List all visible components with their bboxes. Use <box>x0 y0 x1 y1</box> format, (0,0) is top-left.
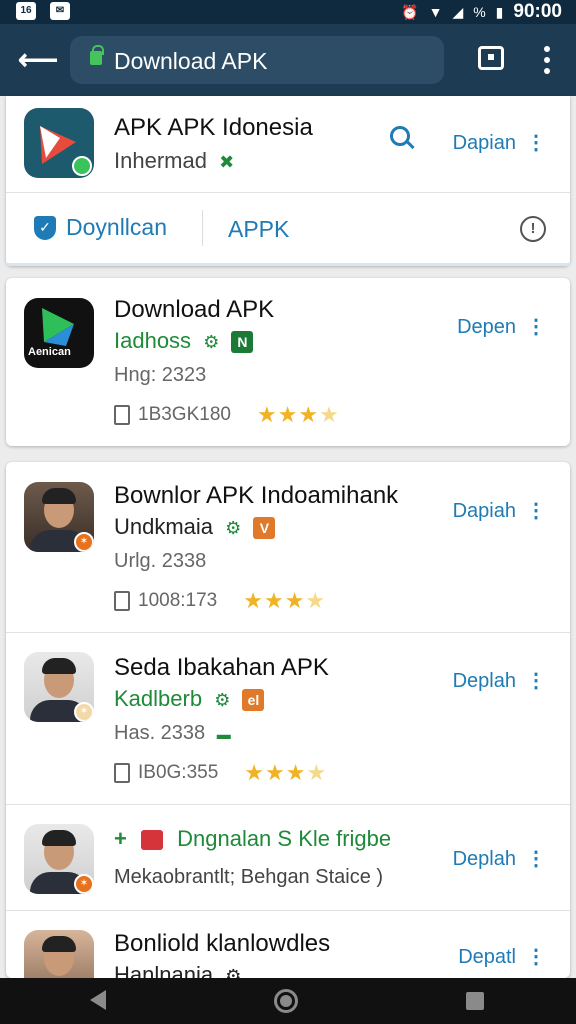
header-card: APK APK Idonesia Inhermad ✖ Dapian ⋮ ✓ Do… <box>6 96 570 266</box>
tab-separator <box>202 210 203 246</box>
wifi-icon: ▼ <box>428 4 443 20</box>
app-developer: Inhermad <box>114 148 207 173</box>
plus-icon: + <box>114 826 127 851</box>
back-arrow-icon[interactable]: ⟵ <box>18 44 58 76</box>
app-title: Bonliold klanlowdles <box>114 930 331 957</box>
size-row: 1B3GK180 ★★★★ <box>114 402 340 428</box>
featured-app-card[interactable]: Aenican Download APK Iadhoss ⚙ N Hng: 23… <box>6 278 570 446</box>
rating-tag: V <box>253 517 276 540</box>
app-action-button[interactable]: Depen ⋮ <box>457 314 546 339</box>
header-action-button[interactable]: Dapian ⋮ <box>453 130 546 155</box>
header-action-label: Dapian <box>452 132 516 154</box>
divider <box>6 804 570 805</box>
app-action-button[interactable]: Depatl ⋮ <box>458 944 546 969</box>
message-icon: ✉ <box>50 2 70 20</box>
system-nav-bar <box>0 978 576 1024</box>
size-row: IB0G:355 ★★★★ <box>114 760 327 786</box>
developer-badge-icon: ⚙ <box>214 689 231 710</box>
divider <box>6 910 570 911</box>
app-meta: Hng: 2323 <box>114 364 207 386</box>
tabs-icon[interactable] <box>478 46 504 70</box>
tab-apk[interactable]: APPK <box>228 216 289 243</box>
more-menu-icon[interactable] <box>538 46 556 74</box>
more-vert-icon: ⋮ <box>526 848 546 870</box>
divider <box>6 192 570 193</box>
app-icon: Aenican <box>24 298 94 368</box>
developer-badge-icon: ⚙ <box>203 331 220 352</box>
app-size: IB0G:355 <box>138 762 219 783</box>
app-action-label: Dapiah <box>452 500 516 522</box>
developer-badge-icon: ⚙ <box>225 517 242 538</box>
file-icon <box>114 405 130 425</box>
rating-stars-icon: ★★★★ <box>243 588 327 613</box>
battery-icon: ▮ <box>495 3 504 20</box>
url-text: Download APK <box>114 48 268 74</box>
nav-home-icon[interactable] <box>274 989 298 1013</box>
app-action-label: Depatl <box>458 946 516 968</box>
divider <box>6 632 570 633</box>
rating-tag: el <box>242 689 265 712</box>
app-title: APK APK Idonesia <box>114 114 313 141</box>
more-vert-icon: ⋮ <box>526 316 546 338</box>
tab-verified[interactable]: ✓ Doynllcan <box>34 214 167 241</box>
app-title: Seda Ibakahan APK <box>114 654 329 681</box>
more-vert-icon: ⋮ <box>526 946 546 968</box>
address-bar[interactable]: Download APK <box>70 36 444 84</box>
app-meta: Has. 2338 <box>114 722 206 744</box>
more-vert-icon: ⋮ <box>526 132 546 154</box>
shield-check-icon: ✓ <box>34 215 56 240</box>
rating-stars-icon: ★★★★ <box>256 402 340 427</box>
more-vert-icon: ⋮ <box>526 670 546 692</box>
nav-back-icon[interactable] <box>90 990 106 1010</box>
nav-recents-icon[interactable] <box>466 992 484 1010</box>
app-action-label: Deplah <box>452 848 516 870</box>
app-title: Dngnalan S Kle frigbe <box>177 826 392 851</box>
app-icon-label: Aenican <box>28 346 71 358</box>
app-developer: Mekaobrantlt; Behgan Staice ) <box>114 866 384 888</box>
app-avatar-icon: ✶ <box>24 482 94 552</box>
badge-icon: ✶ <box>74 874 94 894</box>
app-avatar-icon: ✶ <box>24 824 94 894</box>
app-meta: Urlg. 2338 <box>114 550 207 572</box>
app-developer: Undkmaia <box>114 514 214 539</box>
app-list-card: ✶ Bownlor APK Indoamihank Undkmaia ⚙ V U… <box>6 462 570 1000</box>
battery-label: % <box>473 4 486 20</box>
rating-stars-icon: ★★★★ <box>244 760 328 785</box>
app-avatar-icon: ✶ <box>24 652 94 722</box>
app-size: 1B3GK180 <box>138 404 231 425</box>
app-logo-icon <box>24 108 94 178</box>
search-icon[interactable] <box>390 126 414 150</box>
signal-icon: ◢ <box>452 3 464 20</box>
video-icon <box>140 830 163 851</box>
tab-verified-label: Doynllcan <box>66 214 167 240</box>
app-developer: Iadhoss <box>114 328 192 353</box>
clock: 90:00 <box>513 1 562 22</box>
app-developer: Kadlberb <box>114 686 203 711</box>
app-action-button[interactable]: Deplah ⋮ <box>453 846 546 871</box>
app-title: Bownlor APK Indoamihank <box>114 482 399 509</box>
developer-badge-icon: ✖ <box>219 151 235 172</box>
size-row: 1008:173 ★★★★ <box>114 588 326 614</box>
app-size: 1008:173 <box>138 590 218 611</box>
info-icon[interactable]: ! <box>520 216 546 242</box>
notification-icon: 16 <box>16 2 36 20</box>
file-icon <box>114 763 130 783</box>
alarm-icon: ⏰ <box>401 3 419 20</box>
app-action-button[interactable]: Dapiah ⋮ <box>453 498 546 523</box>
app-title: Download APK <box>114 296 275 323</box>
rating-tag: N <box>231 331 254 354</box>
tab-underline <box>6 263 570 266</box>
app-action-label: Deplah <box>452 670 516 692</box>
status-bar: 16 ✉ ⏰ ▼ ◢ % ▮ 90:00 <box>0 0 576 24</box>
file-icon <box>114 591 130 611</box>
badge-icon: ✶ <box>74 702 94 722</box>
app-action-label: Depen <box>457 316 516 338</box>
trend-icon: ▬ <box>216 726 231 742</box>
app-action-button[interactable]: Deplah ⋮ <box>453 668 546 693</box>
lock-icon <box>90 45 104 65</box>
browser-toolbar: ⟵ Download APK <box>0 24 576 96</box>
badge-icon: ✶ <box>74 532 94 552</box>
more-vert-icon: ⋮ <box>526 500 546 522</box>
